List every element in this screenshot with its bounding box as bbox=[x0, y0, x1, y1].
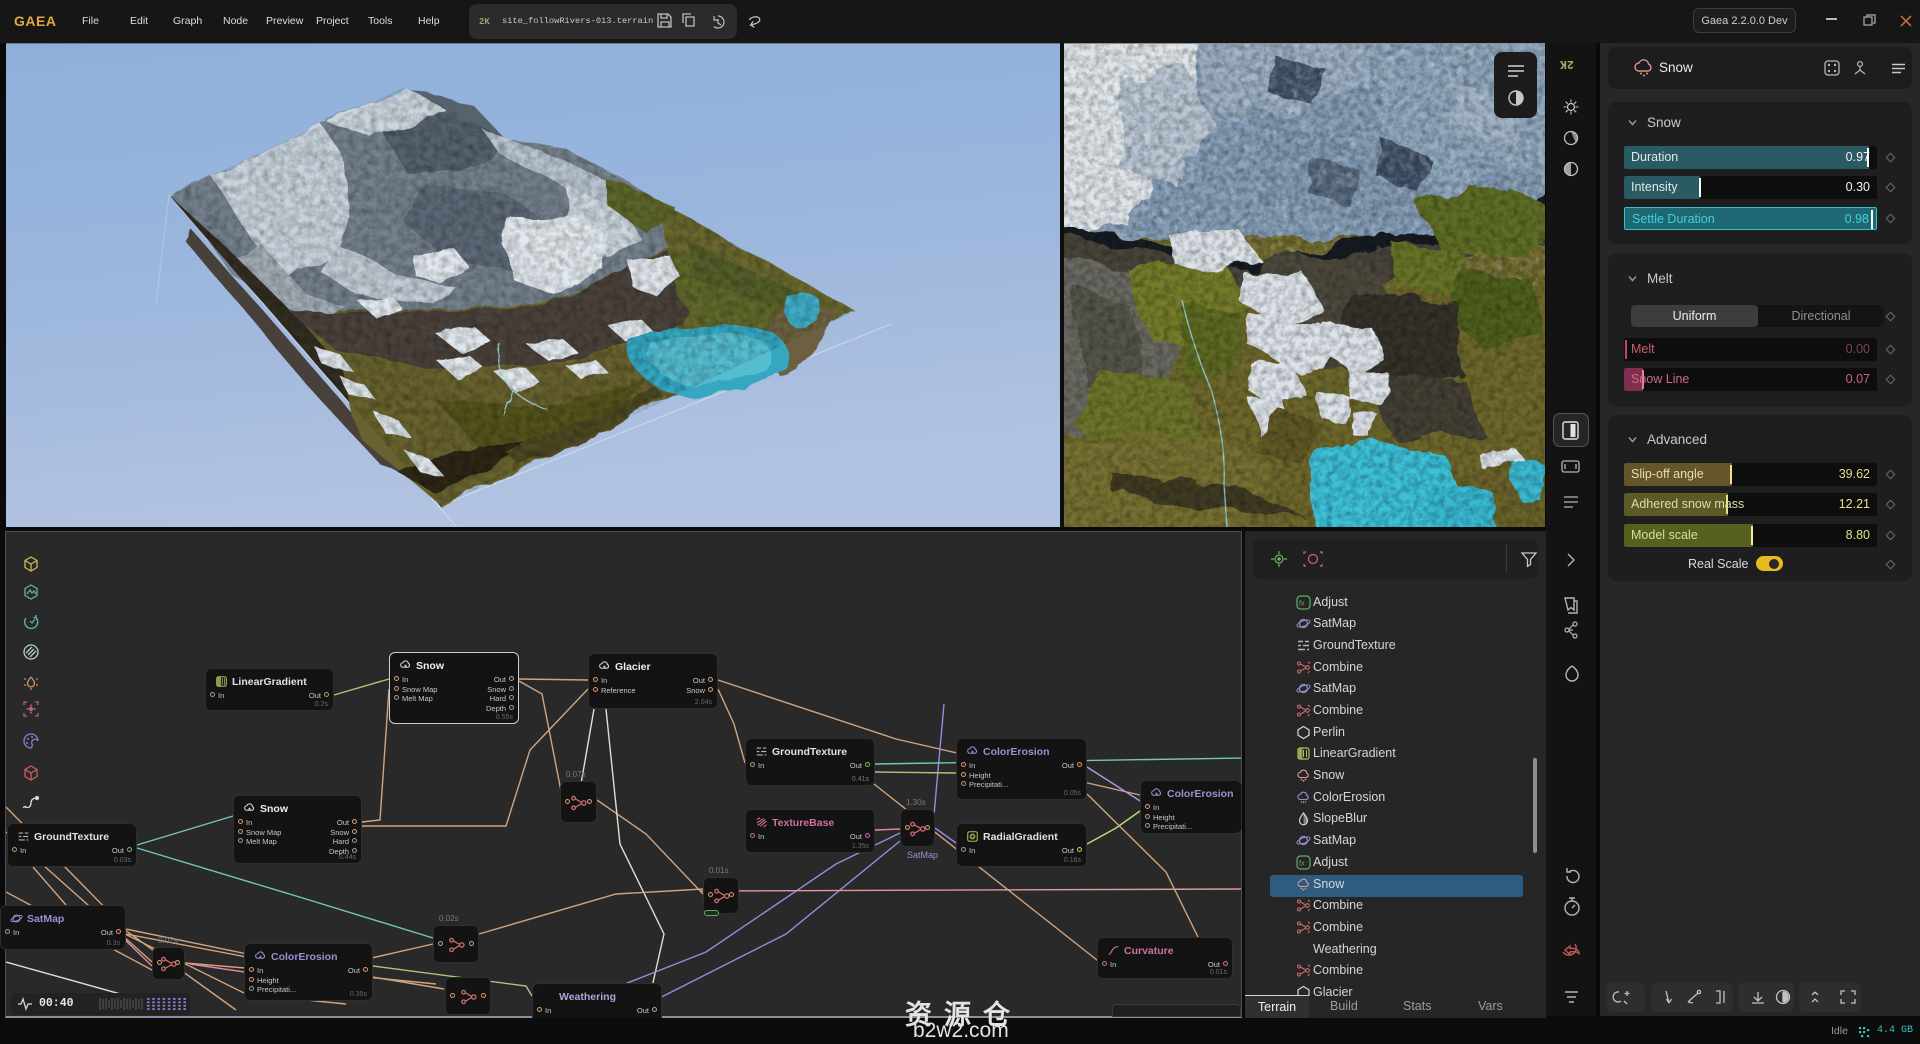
svg-text:fx: fx bbox=[1299, 861, 1305, 868]
svg-text:fx: fx bbox=[1299, 601, 1305, 608]
